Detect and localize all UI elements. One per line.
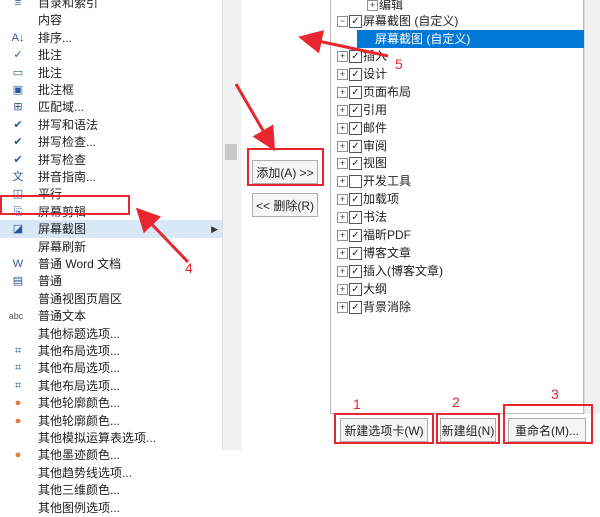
command-item-label: 其他图例选项... (38, 500, 121, 515)
command-item[interactable]: 其他三维颜色... (0, 481, 222, 499)
annotation-arrows (135, 30, 389, 264)
command-item[interactable]: 其他趋势线选项... (0, 464, 222, 482)
command-item-label: 其他趋势线选项... (38, 465, 133, 480)
blank-icon (10, 483, 26, 497)
arrow-to-custom-group (298, 30, 389, 58)
blank-icon (10, 466, 26, 480)
command-item-label: 其他三维颜色... (38, 483, 121, 498)
arrow-to-add-button (234, 83, 276, 152)
blank-icon (10, 501, 26, 515)
command-item[interactable]: 其他图例选项... (0, 499, 222, 517)
color-wheel-icon: ● (14, 449, 22, 462)
arrow-to-screenshot-item (135, 207, 190, 264)
